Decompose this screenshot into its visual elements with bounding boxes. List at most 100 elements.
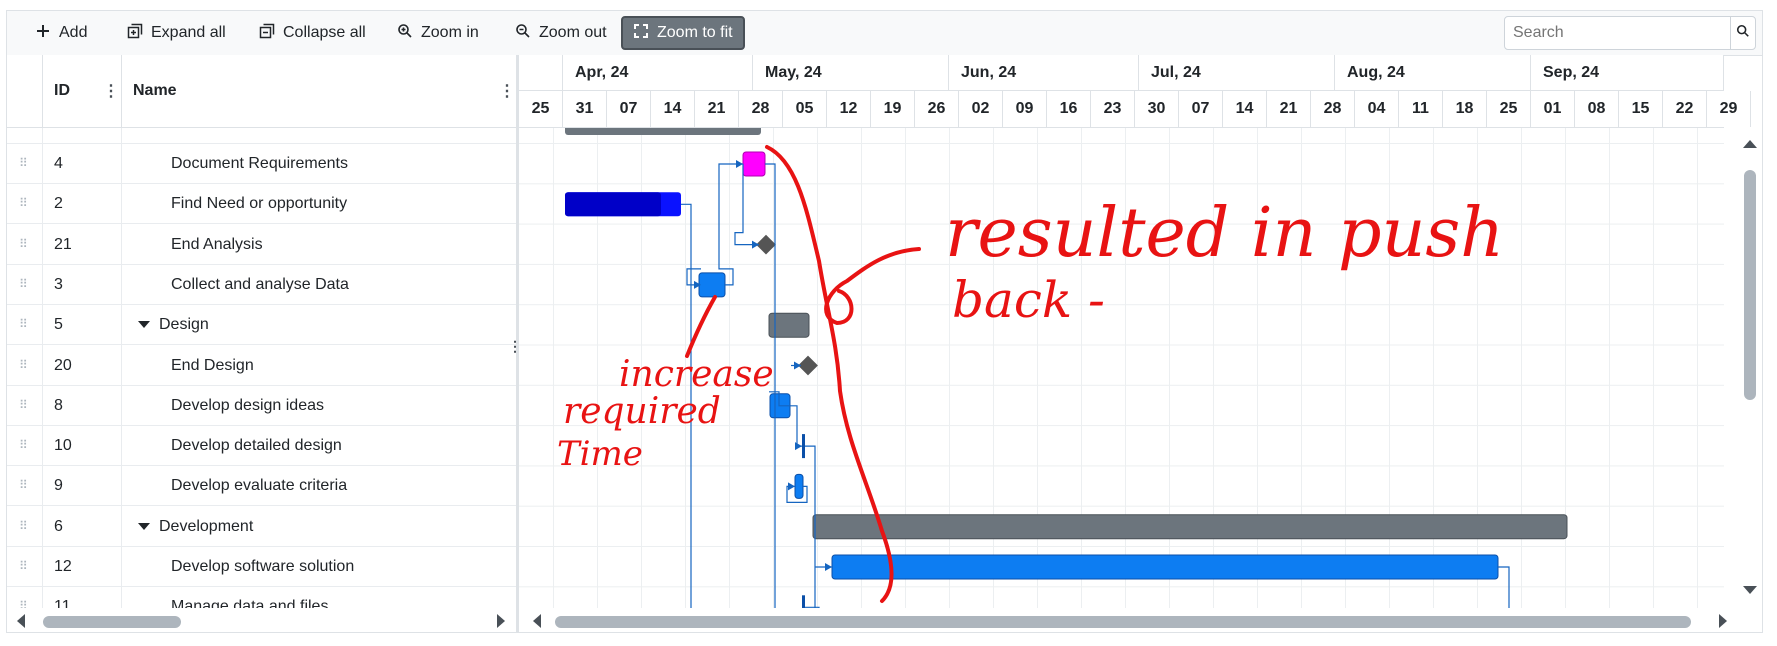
id-column-menu-icon[interactable]: ⋮ <box>103 81 119 101</box>
task-bar-detailed-design[interactable] <box>802 434 805 459</box>
table-row[interactable]: ⠿ 4 Document Requirements <box>7 144 516 184</box>
task-bar-develop-software[interactable] <box>831 554 1499 580</box>
task-grid: ID ⋮ Name ⋮ ⠿ 4 Document Requirements ⠿ 2 Fin… <box>7 55 522 632</box>
task-bar-find-need-progress[interactable] <box>565 192 661 217</box>
add-button[interactable]: Add <box>25 16 97 50</box>
week-gridline <box>685 128 686 608</box>
scroll-left-arrow-icon[interactable] <box>17 614 25 628</box>
drag-handle-icon[interactable]: ⠿ <box>19 559 28 573</box>
chart-vertical-thumb[interactable] <box>1744 170 1756 400</box>
month-label: May, 24 <box>753 55 949 91</box>
grid-scroll-thumb[interactable] <box>43 616 181 628</box>
table-row[interactable]: ⠿ 5 Design <box>7 305 516 346</box>
week-label: 23 <box>1091 91 1135 127</box>
table-row[interactable]: ⠿ 2 Find Need or opportunity <box>7 184 516 225</box>
table-row[interactable]: ⠿ 9 Develop evaluate criteria <box>7 466 516 507</box>
table-row[interactable]: ⠿ 11 Manage data and files <box>7 587 516 608</box>
group-bar[interactable] <box>565 128 761 135</box>
table-row[interactable]: ⠿ 6 Development <box>7 507 516 547</box>
week-gridline <box>729 128 730 608</box>
week-label: 14 <box>1223 91 1267 127</box>
week-label: 29 <box>1707 91 1751 127</box>
scroll-up-arrow-icon[interactable] <box>1743 140 1757 148</box>
drag-handle-icon[interactable]: ⠿ <box>19 317 28 331</box>
milestone-end-design[interactable] <box>798 355 818 376</box>
row-name: Development <box>159 517 254 535</box>
drag-handle-icon[interactable]: ⠿ <box>19 438 28 452</box>
month-label: Jun, 24 <box>949 55 1139 91</box>
expand-caret-icon[interactable] <box>138 522 150 530</box>
expand-all-button[interactable]: Expand all <box>117 16 236 50</box>
timeline-header: Apr, 24 May, 24 Jun, 24 Jul, 24 Aug, 24 Sep, … <box>519 55 1751 128</box>
row-id: 6 <box>54 517 63 535</box>
chart-scroll-left-arrow-icon[interactable] <box>533 614 541 628</box>
row-gridline <box>519 586 1724 588</box>
row-id: 8 <box>54 396 63 414</box>
week-label: 15 <box>1619 91 1663 127</box>
row-gridline <box>519 223 1724 225</box>
chart-scroll-right-arrow-icon[interactable] <box>1719 614 1727 628</box>
chart-horizontal-scrollbar[interactable] <box>519 608 1762 632</box>
group-bar-development[interactable] <box>812 514 1568 540</box>
column-divider <box>121 55 122 127</box>
scroll-down-arrow-icon[interactable] <box>1743 586 1757 594</box>
table-row[interactable]: ⠿ 3 Collect and analyse Data <box>7 265 516 305</box>
collapse-icon <box>259 23 275 44</box>
table-row[interactable]: ⠿ 21 End Analysis <box>7 225 516 265</box>
collapse-all-button[interactable]: Collapse all <box>249 16 376 50</box>
search-icon <box>1736 24 1750 43</box>
row-name: Develop evaluate criteria <box>171 477 348 495</box>
week-label: 31 <box>563 91 607 127</box>
drag-handle-icon[interactable]: ⠿ <box>19 196 28 210</box>
row-id: 11 <box>54 598 71 608</box>
name-column-menu-icon[interactable]: ⋮ <box>499 81 515 101</box>
row-gridline <box>519 425 1724 427</box>
grid-horizontal-scrollbar[interactable] <box>7 608 516 632</box>
search-input[interactable] <box>1505 17 1730 49</box>
week-label: 09 <box>1003 91 1047 127</box>
row-gridline <box>519 143 1724 144</box>
row-name: Develop software solution <box>171 558 355 575</box>
search-button[interactable] <box>1730 17 1755 49</box>
week-gridline <box>1653 128 1654 608</box>
drag-handle-icon[interactable]: ⠿ <box>19 156 28 170</box>
drag-handle-icon[interactable]: ⠿ <box>19 358 28 372</box>
chart-scroll-thumb[interactable] <box>555 616 1691 628</box>
drag-handle-icon[interactable]: ⠿ <box>19 478 28 492</box>
expand-caret-icon[interactable] <box>138 321 150 329</box>
week-label: 28 <box>739 91 783 127</box>
drag-handle-icon[interactable]: ⠿ <box>19 277 28 291</box>
milestone-end-analysis[interactable] <box>756 234 776 255</box>
table-row-partial <box>7 128 516 144</box>
table-row[interactable]: ⠿ 10 Develop detailed design <box>7 426 516 467</box>
dependency-arrow-icon <box>825 563 832 571</box>
id-column-header[interactable]: ID <box>54 55 70 127</box>
row-id: 12 <box>54 558 72 575</box>
zoom-out-button[interactable]: Zoom out <box>505 16 617 50</box>
drag-handle-icon[interactable]: ⠿ <box>19 599 28 608</box>
drag-handle-icon[interactable]: ⠿ <box>19 237 28 251</box>
table-row[interactable]: ⠿ 20 End Design <box>7 346 516 386</box>
expand-all-label: Expand all <box>151 24 226 41</box>
table-row[interactable]: ⠿ 8 Develop design ideas <box>7 386 516 426</box>
drag-handle-icon[interactable]: ⠿ <box>19 519 28 533</box>
week-label: 21 <box>1267 91 1311 127</box>
row-id: 4 <box>54 155 63 172</box>
row-name: Document Requirements <box>171 155 348 172</box>
chart-vertical-scrollbar[interactable] <box>1738 128 1762 608</box>
row-id: 2 <box>54 195 63 213</box>
task-bar-manage-data[interactable] <box>802 595 805 608</box>
week-label: 02 <box>959 91 1003 127</box>
zoom-to-fit-button[interactable]: Zoom to fit <box>621 16 745 50</box>
task-bar-document-requirements[interactable] <box>742 151 766 177</box>
name-column-header[interactable]: Name <box>133 55 177 127</box>
task-bar-evaluate-criteria[interactable] <box>794 473 804 499</box>
week-label: 14 <box>651 91 695 127</box>
table-row[interactable]: ⠿ 12 Develop software solution <box>7 547 516 587</box>
drag-handle-icon[interactable]: ⠿ <box>19 398 28 412</box>
dependency-link <box>1498 566 1510 608</box>
scroll-right-arrow-icon[interactable] <box>497 614 505 628</box>
row-id: 20 <box>54 356 72 374</box>
zoom-in-button[interactable]: Zoom in <box>387 16 489 50</box>
task-bar-collect-data[interactable] <box>698 272 726 298</box>
